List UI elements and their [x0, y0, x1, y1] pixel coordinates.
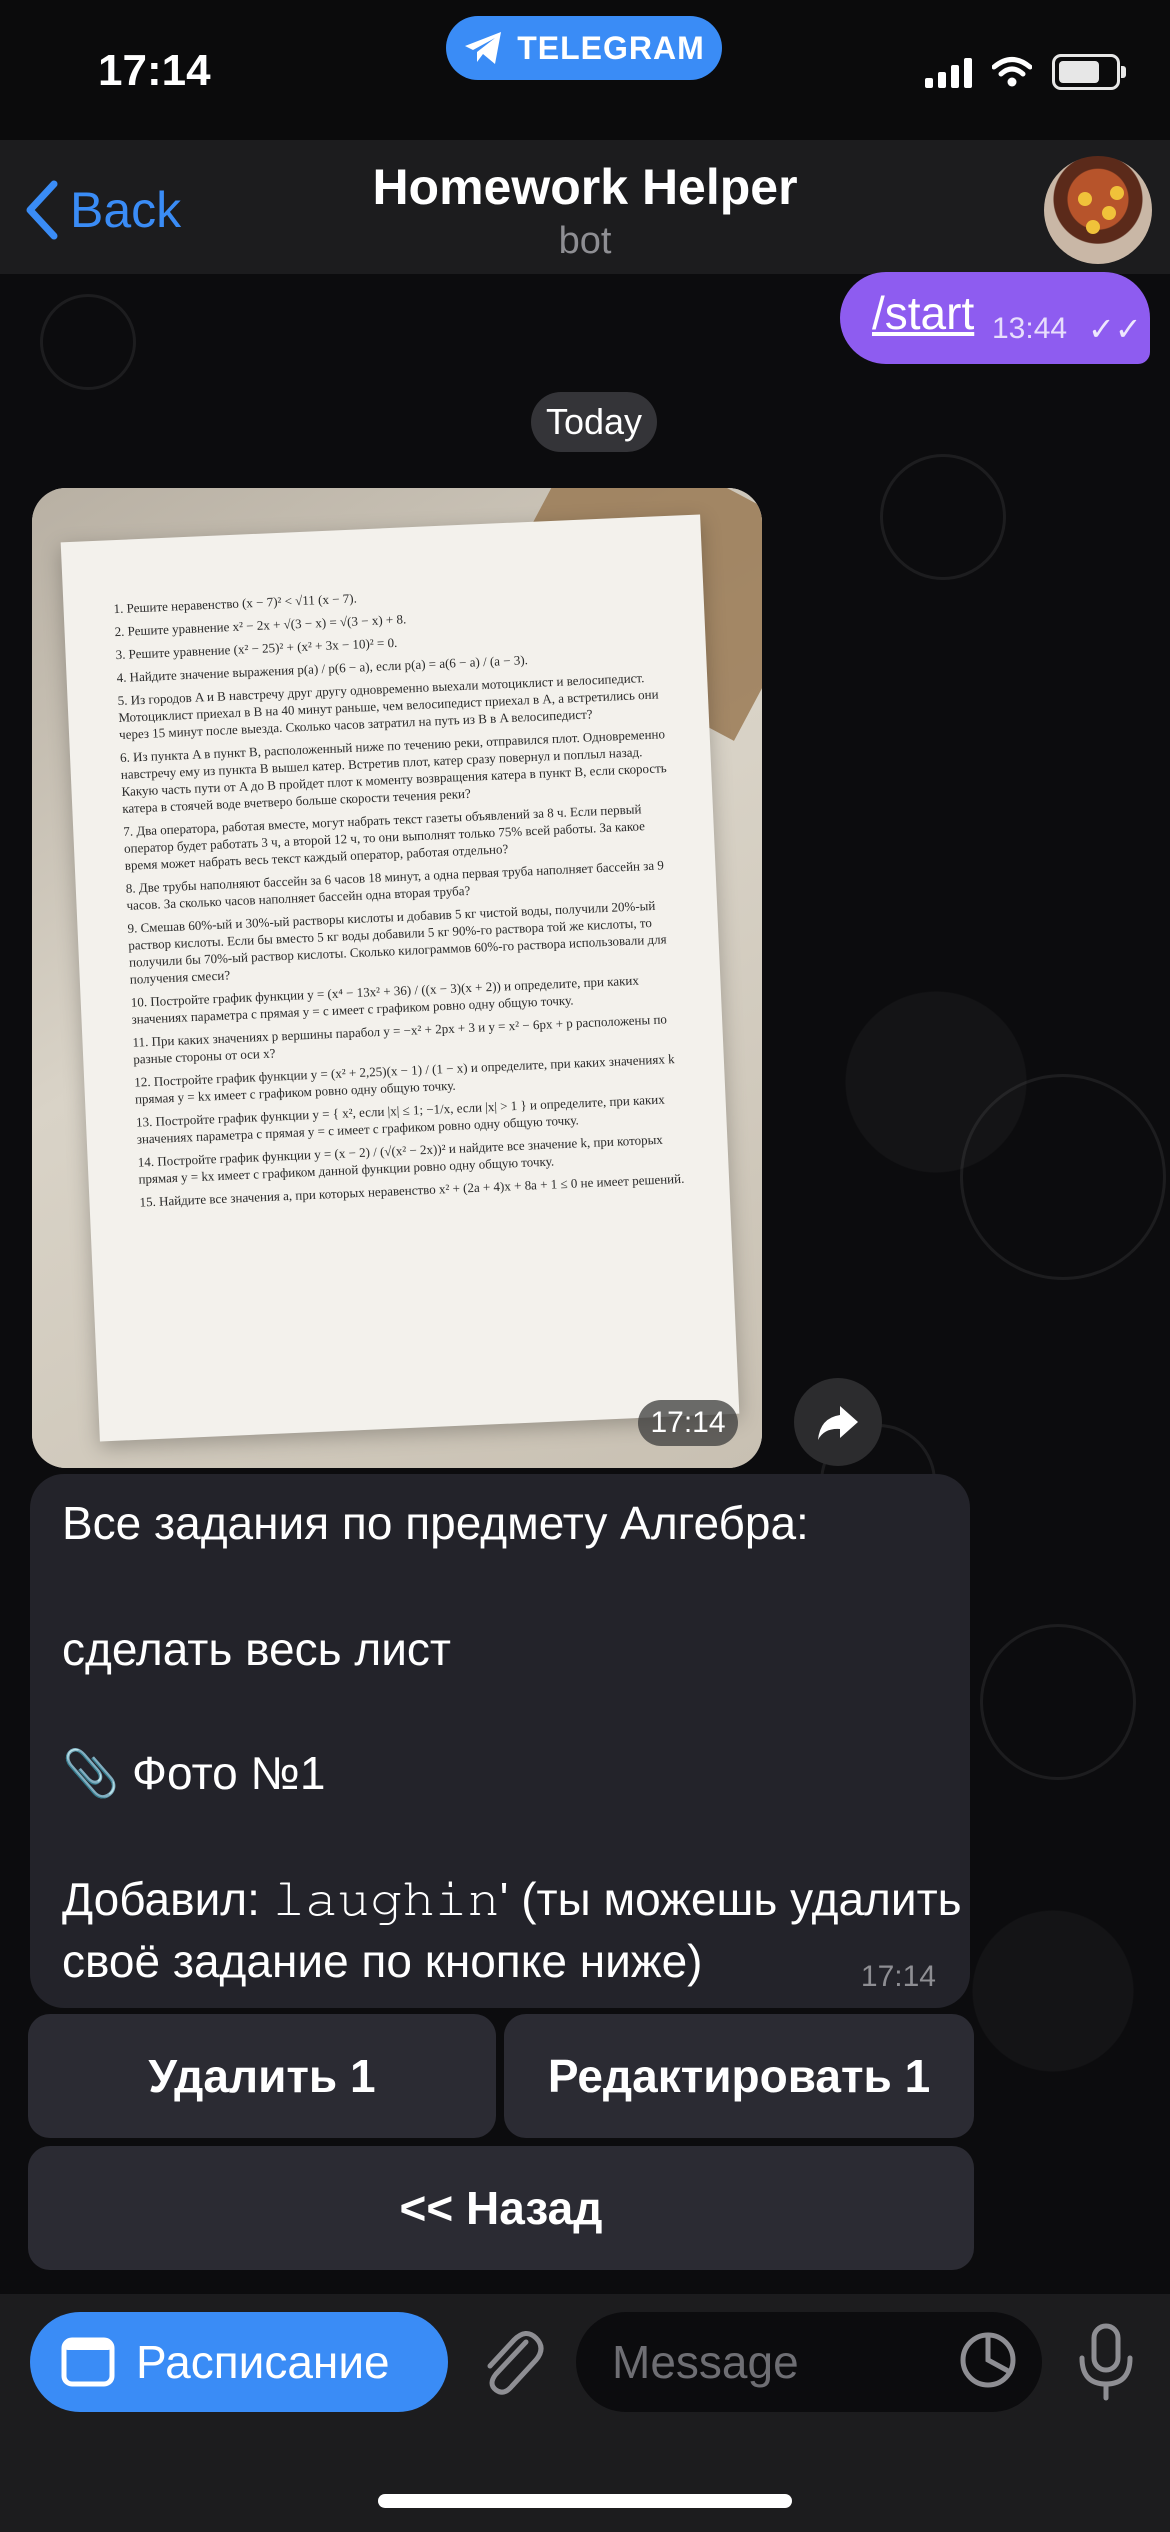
status-time: 17:14	[98, 46, 211, 95]
bot-menu-button[interactable]: Расписание	[30, 2312, 448, 2412]
telegram-label: TELEGRAM	[517, 29, 705, 66]
message-line-attachment: 📎 Фото №1	[62, 1747, 326, 1799]
photo-time: 17:14	[638, 1400, 738, 1446]
photo-message[interactable]: 1. Решите неравенство (x − 7)² < √11 (x …	[32, 488, 762, 1468]
message-line-task: сделать весь лист	[62, 1623, 451, 1675]
read-checks-icon: ✓✓	[1088, 311, 1142, 347]
outgoing-message[interactable]: /start 13:44 ✓✓	[840, 272, 1150, 364]
menu-button-label: Расписание	[136, 2336, 390, 2388]
date-separator: Today	[531, 392, 657, 452]
battery-icon	[1052, 54, 1126, 90]
chat-title[interactable]: Homework Helper	[0, 158, 1170, 216]
message-time: 13:44	[992, 312, 1068, 345]
chat-subtitle: bot	[558, 220, 612, 262]
doodle	[980, 1624, 1136, 1780]
wifi-icon	[992, 57, 1032, 87]
doodle	[960, 1074, 1166, 1280]
homework-sheet: 1. Решите неравенство (x − 7)² < √11 (x …	[60, 514, 740, 1442]
bot-avatar[interactable]	[1044, 156, 1152, 264]
message-line-subject: Все задания по предмету Алгебра:	[62, 1497, 809, 1549]
back-keyboard-button[interactable]: << Назад	[28, 2146, 974, 2270]
paper-plane-icon	[465, 32, 502, 64]
chat-header: Back Homework Helper bot	[0, 140, 1170, 274]
telegram-pill[interactable]: TELEGRAM	[446, 16, 722, 80]
paperclip-icon[interactable]	[476, 2324, 546, 2400]
sticker-icon[interactable]	[958, 2330, 1018, 2390]
share-arrow-icon	[818, 1406, 858, 1440]
incoming-message[interactable]: Все задания по предмету Алгебра: сделать…	[30, 1474, 970, 2008]
signal-icon	[925, 56, 972, 88]
microphone-icon[interactable]	[1076, 2322, 1136, 2402]
share-button[interactable]	[794, 1378, 882, 1466]
message-time: 17:14	[860, 1960, 936, 1993]
status-icons	[925, 54, 1126, 90]
delete-task-button[interactable]: Удалить 1	[28, 2014, 496, 2138]
message-line-author: Добавил: 𝚕𝚊𝚞𝚐𝚑𝚒𝚗' (ты можешь удалить	[62, 1873, 962, 1925]
message-line-hint: своё задание по кнопке ниже)	[62, 1935, 703, 1987]
menu-square-icon	[61, 2337, 115, 2387]
edit-task-button[interactable]: Редактировать 1	[504, 2014, 974, 2138]
doodle	[40, 294, 136, 390]
start-command-link[interactable]: /start	[872, 286, 974, 340]
doodle	[880, 454, 1006, 580]
home-indicator[interactable]	[378, 2494, 792, 2508]
